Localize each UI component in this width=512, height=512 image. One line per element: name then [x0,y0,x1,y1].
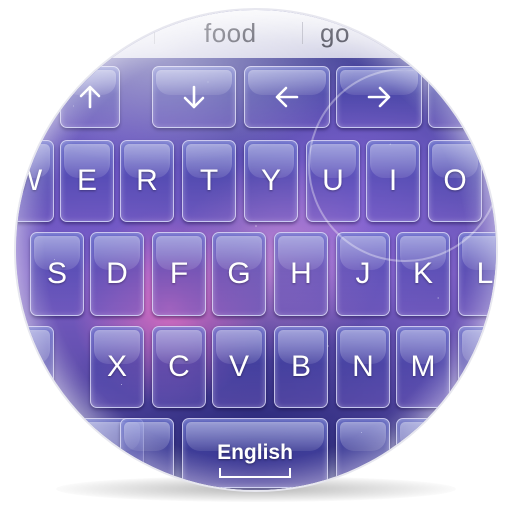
key-k[interactable]: K [396,232,450,316]
key-y[interactable]: Y [244,140,298,222]
key-label: T [199,164,219,197]
suggestion-word[interactable]: food [204,18,257,49]
key-label: D [106,257,128,290]
key-label: B [290,350,311,383]
key-label: H [290,257,312,290]
right-arrow-key[interactable] [336,66,422,128]
suggestion-divider [154,22,155,44]
suggestion-bar: food go [16,10,496,58]
key-m[interactable]: M [396,326,450,408]
key-e[interactable]: E [60,140,114,222]
up-arrow-key[interactable] [60,66,120,128]
key-n[interactable]: N [336,326,390,408]
key-r[interactable]: R [120,140,174,222]
key-label: E [76,164,97,197]
language-label: English [217,441,293,464]
space-bar-underline [219,468,291,478]
key-label: L [476,257,494,290]
arrow-up-icon [79,85,101,109]
key-label: M [410,350,436,383]
key-l[interactable]: L [458,232,496,316]
comma-key[interactable] [120,418,174,488]
space-bar[interactable]: English [182,418,328,488]
key-label: N [352,350,374,383]
key-label: J [355,257,371,290]
key-label: W [16,164,43,197]
suggestion-divider [302,22,303,44]
key-label: X [106,350,127,383]
arrow-down-icon [183,85,205,109]
key-u[interactable]: U [306,140,360,222]
key-i[interactable]: I [366,140,420,222]
key-label: U [322,164,344,197]
key-label: G [227,257,251,290]
app-icon: food go W E R T Y U I O S D F G H J K L … [0,0,512,512]
down-arrow-key[interactable] [152,66,236,128]
arrow-right-icon [367,86,391,108]
key-v[interactable]: V [212,326,266,408]
key-d[interactable]: D [90,232,144,316]
key-g[interactable]: G [212,232,266,316]
key-c[interactable]: C [152,326,206,408]
key-z[interactable]: Z [16,326,54,408]
blank-key[interactable] [428,66,496,128]
arrow-left-icon [275,86,299,108]
key-label: K [412,257,433,290]
key-label: F [169,257,189,290]
key-h[interactable]: H [274,232,328,316]
key-s[interactable]: S [30,232,84,316]
key-label: I [388,164,398,197]
key-label: Y [260,164,281,197]
key-label: R [136,164,158,197]
key-j[interactable]: J [336,232,390,316]
keyboard-orb: food go W E R T Y U I O S D F G H J K L … [16,10,496,490]
suggestion-word[interactable]: go [320,18,350,49]
key-label: C [168,350,190,383]
key-f[interactable]: F [152,232,206,316]
key-o[interactable]: O [428,140,482,222]
key-b[interactable]: B [274,326,328,408]
enter-key[interactable] [396,418,482,488]
key-label: O [443,164,467,197]
key-t[interactable]: T [182,140,236,222]
backspace-key[interactable] [458,326,496,408]
key-w[interactable]: W [16,140,54,222]
key-label: S [46,257,67,290]
key-label: V [228,350,249,383]
key-label: Z [18,350,38,383]
left-arrow-key[interactable] [244,66,330,128]
period-key[interactable] [336,418,390,488]
key-x[interactable]: X [90,326,144,408]
